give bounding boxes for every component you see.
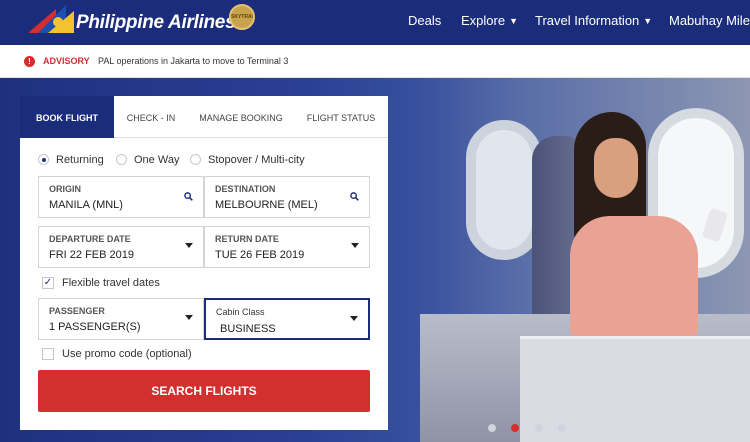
tab-check-in[interactable]: CHECK - IN	[114, 96, 188, 138]
carousel-dot[interactable]	[535, 424, 543, 432]
nav-deals-label: Deals	[408, 13, 442, 28]
passenger-body	[570, 216, 698, 336]
carousel-dot-active[interactable]	[511, 424, 519, 432]
nav-mabuhay-miles[interactable]: Mabuhay Miles	[669, 13, 750, 28]
departure-date-label: DEPARTURE DATE	[49, 234, 131, 244]
alert-icon: !	[24, 56, 35, 67]
advisory-bar: ! ADVISORY PAL operations in Jakarta to …	[0, 45, 750, 78]
radio-returning[interactable]	[38, 154, 49, 165]
chevron-down-icon: ▼	[643, 16, 653, 26]
passenger-field[interactable]: PASSENGER 1 PASSENGER(S)	[38, 298, 204, 340]
flexible-dates-checkbox[interactable]: ✓	[42, 277, 54, 289]
skytrax-award-badge: SKYTRAX	[229, 4, 255, 30]
nav-mabuhay-miles-label: Mabuhay Miles	[669, 13, 750, 28]
advisory-label: ADVISORY	[43, 56, 90, 66]
return-date-field[interactable]: RETURN DATE TUE 26 FEB 2019	[204, 226, 370, 268]
search-icon[interactable]	[184, 192, 193, 201]
booking-panel: BOOK FLIGHT CHECK - IN MANAGE BOOKING FL…	[20, 96, 388, 430]
top-navbar: Philippine Airlines SKYTRAX Deals Explor…	[0, 0, 750, 45]
caret-down-icon[interactable]	[351, 243, 359, 248]
carousel-dot[interactable]	[488, 424, 496, 432]
cabin-class-select[interactable]: Cabin Class BUSINESS	[204, 298, 370, 340]
nav-travel-information[interactable]: Travel Information ▼	[535, 13, 652, 28]
nav-explore[interactable]: Explore ▼	[461, 13, 518, 28]
destination-field[interactable]: DESTINATION MELBOURNE (MEL)	[204, 176, 370, 218]
search-icon[interactable]	[350, 192, 359, 201]
passenger-face	[594, 138, 638, 198]
seat-console-image	[520, 336, 750, 442]
radio-one-way-label[interactable]: One Way	[134, 154, 179, 166]
promo-code-label[interactable]: Use promo code (optional)	[62, 348, 192, 360]
origin-field[interactable]: ORIGIN MANILA (MNL)	[38, 176, 204, 218]
return-date-value[interactable]: TUE 26 FEB 2019	[215, 249, 304, 261]
promo-code-checkbox[interactable]	[42, 348, 54, 360]
radio-one-way[interactable]	[116, 154, 127, 165]
flexible-dates-label[interactable]: Flexible travel dates	[62, 277, 160, 289]
passenger-value[interactable]: 1 PASSENGER(S)	[49, 321, 141, 333]
tab-manage-booking[interactable]: MANAGE BOOKING	[188, 96, 294, 138]
return-date-label: RETURN DATE	[215, 234, 279, 244]
destination-value[interactable]: MELBOURNE (MEL)	[215, 199, 318, 211]
pal-sun-logo-icon[interactable]	[28, 5, 76, 33]
carousel-dot[interactable]	[558, 424, 566, 432]
departure-date-value[interactable]: FRI 22 FEB 2019	[49, 249, 134, 261]
caret-down-icon[interactable]	[350, 316, 358, 321]
advisory-link[interactable]: PAL operations in Jakarta to move to Ter…	[98, 56, 288, 66]
nav-travel-information-label: Travel Information	[535, 13, 640, 28]
radio-returning-label[interactable]: Returning	[56, 154, 104, 166]
passenger-label: PASSENGER	[49, 306, 105, 316]
brand-name[interactable]: Philippine Airlines	[76, 12, 236, 34]
caret-down-icon[interactable]	[185, 315, 193, 320]
tab-book-flight[interactable]: BOOK FLIGHT	[20, 96, 114, 138]
search-flights-button[interactable]: SEARCH FLIGHTS	[38, 370, 370, 412]
cabin-class-value[interactable]: BUSINESS	[220, 323, 276, 335]
origin-label: ORIGIN	[49, 184, 82, 194]
nav-explore-label: Explore	[461, 13, 506, 28]
origin-value[interactable]: MANILA (MNL)	[49, 199, 123, 211]
cabin-class-label: Cabin Class	[216, 307, 265, 317]
chevron-down-icon: ▼	[509, 16, 518, 26]
cabin-window-image	[466, 120, 542, 260]
destination-label: DESTINATION	[215, 184, 276, 194]
booking-tabs: BOOK FLIGHT CHECK - IN MANAGE BOOKING FL…	[20, 96, 388, 138]
caret-down-icon[interactable]	[185, 243, 193, 248]
tab-flight-status[interactable]: FLIGHT STATUS	[294, 96, 388, 138]
departure-date-field[interactable]: DEPARTURE DATE FRI 22 FEB 2019	[38, 226, 204, 268]
radio-stopover-label[interactable]: Stopover / Multi-city	[208, 154, 305, 166]
radio-stopover[interactable]	[190, 154, 201, 165]
nav-deals[interactable]: Deals	[408, 13, 441, 28]
